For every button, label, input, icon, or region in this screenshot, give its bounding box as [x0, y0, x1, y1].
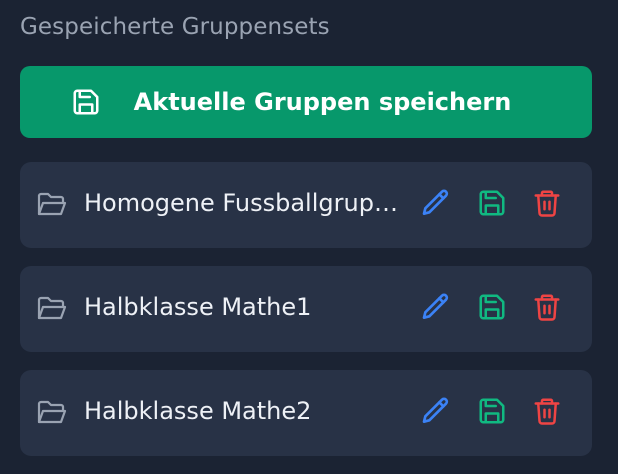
delete-button[interactable] — [529, 395, 565, 431]
pencil-icon — [420, 291, 452, 327]
save-icon — [477, 188, 507, 222]
save-current-groups-label: Aktuelle Gruppen speichern — [133, 88, 512, 116]
section-title: Gespeicherte Gruppensets — [20, 14, 330, 40]
group-set-item[interactable]: Halbklasse Mathe1 — [20, 266, 592, 352]
edit-button[interactable] — [418, 187, 454, 223]
group-set-list: Homogene Fussballgruppen Halbklasse Math… — [20, 162, 592, 474]
save-icon — [477, 292, 507, 326]
save-icon — [71, 87, 101, 117]
save-set-button[interactable] — [474, 187, 510, 223]
trash-icon — [532, 396, 562, 430]
trash-icon — [532, 292, 562, 326]
group-set-name: Halbklasse Mathe1 — [84, 293, 312, 321]
saved-group-sets-panel: Gespeicherte Gruppensets Aktuelle Gruppe… — [0, 0, 618, 474]
group-set-item[interactable]: Halbklasse Mathe2 — [20, 370, 592, 456]
delete-button[interactable] — [529, 187, 565, 223]
edit-button[interactable] — [418, 395, 454, 431]
group-set-item[interactable]: Homogene Fussballgruppen — [20, 162, 592, 248]
pencil-icon — [420, 395, 452, 431]
save-current-groups-button[interactable]: Aktuelle Gruppen speichern — [20, 66, 592, 138]
save-set-button[interactable] — [474, 395, 510, 431]
save-set-button[interactable] — [474, 291, 510, 327]
delete-button[interactable] — [529, 291, 565, 327]
trash-icon — [532, 188, 562, 222]
folder-icon — [36, 295, 68, 323]
group-set-name: Homogene Fussballgruppen — [84, 189, 406, 217]
folder-icon — [36, 191, 68, 219]
edit-button[interactable] — [418, 291, 454, 327]
group-set-name: Halbklasse Mathe2 — [84, 397, 312, 425]
pencil-icon — [420, 187, 452, 223]
save-icon — [477, 396, 507, 430]
folder-icon — [36, 399, 68, 427]
